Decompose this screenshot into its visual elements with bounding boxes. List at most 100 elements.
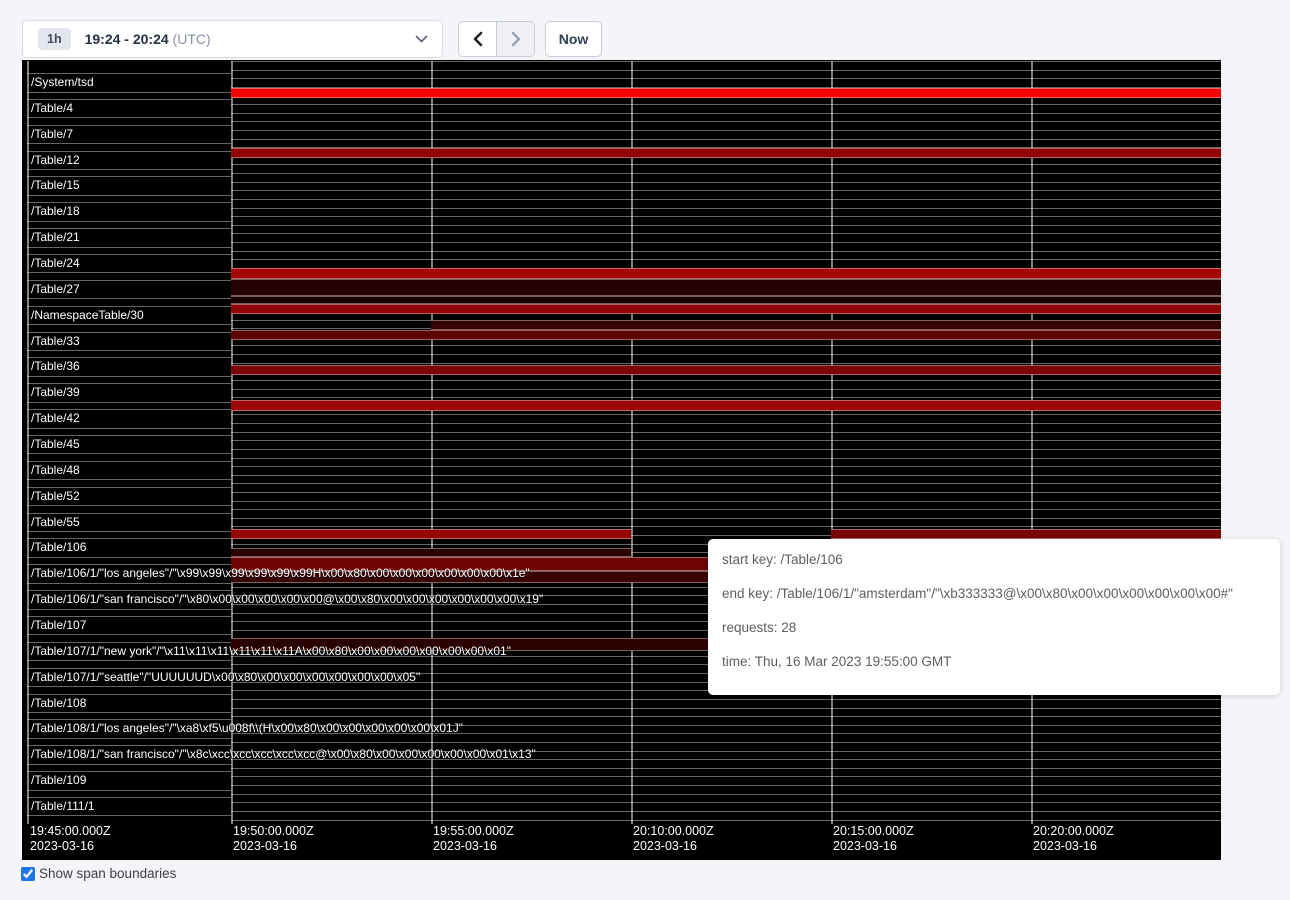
span-boundary-line	[27, 461, 231, 462]
span-boundary-line	[231, 216, 1221, 217]
span-boundary-line	[231, 233, 1221, 234]
row-label: /Table/7	[31, 127, 73, 141]
span-boundary-line	[231, 414, 1221, 415]
heatmap-band[interactable]	[231, 400, 1221, 411]
show-span-boundaries-checkbox[interactable]	[21, 867, 35, 881]
span-boundary-line	[27, 590, 231, 591]
span-boundary-line	[27, 453, 231, 454]
span-boundary-line	[231, 208, 1221, 209]
heatmap-band[interactable]	[231, 88, 1221, 98]
time-range-label: 19:24 - 20:24 (UTC)	[85, 31, 211, 47]
span-boundary-line	[231, 139, 1221, 140]
chevron-right-icon	[510, 31, 522, 47]
span-boundary-line	[231, 423, 1221, 424]
row-label: /Table/42	[31, 411, 80, 425]
heatmap-band[interactable]	[231, 296, 1221, 304]
heatmap-band[interactable]	[231, 148, 1221, 158]
axis-tick-label: 19:50:00.000Z2023-03-16	[233, 824, 314, 854]
row-label: /Table/55	[31, 515, 80, 529]
span-boundary-line	[27, 634, 231, 635]
span-boundary-line	[231, 199, 1221, 200]
span-boundary-line	[27, 428, 231, 429]
row-label: /Table/107/1/"seattle"/"UUUUUUD\x00\x80\…	[31, 670, 420, 684]
span-boundary-line	[231, 173, 1221, 174]
span-boundary-line	[231, 345, 1221, 346]
tooltip-time: time: Thu, 16 Mar 2023 19:55:00 GMT	[722, 655, 1266, 669]
row-label: /Table/52	[31, 489, 80, 503]
time-range-dropdown[interactable]: 1h 19:24 - 20:24 (UTC)	[22, 20, 443, 58]
span-boundary-line	[27, 686, 231, 687]
tooltip-end-key: end key: /Table/106/1/"amsterdam"/"\xb33…	[722, 587, 1266, 601]
span-boundary-line	[231, 389, 1221, 390]
span-boundary-line	[231, 242, 1221, 243]
span-boundary-line	[231, 432, 1221, 433]
time-range-value: 19:24 - 20:24	[85, 31, 169, 47]
prev-time-button[interactable]	[459, 22, 497, 56]
heatmap-band[interactable]	[831, 529, 1221, 539]
span-boundary-line	[27, 228, 231, 229]
row-label: /Table/27	[31, 282, 80, 296]
row-label: /Table/21	[31, 230, 80, 244]
span-boundary-line	[231, 130, 1221, 131]
span-boundary-line	[27, 143, 231, 144]
span-boundary-line	[27, 402, 231, 403]
span-boundary-line	[27, 202, 231, 203]
span-boundary-line	[231, 708, 1221, 709]
span-boundary-line	[27, 99, 231, 100]
row-label: /Table/108/1/"los angeles"/"\xa8\xf5\u00…	[31, 721, 463, 735]
span-boundary-line	[27, 272, 231, 273]
heatmap-band[interactable]	[231, 365, 1221, 375]
span-boundary-line	[27, 280, 231, 281]
span-boundary-line	[27, 298, 231, 299]
row-label: /Table/106/1/"los angeles"/"\x99\x99\x99…	[31, 566, 530, 580]
span-boundary-line	[231, 699, 1221, 700]
tooltip-requests: requests: 28	[722, 621, 1266, 635]
span-boundary-line	[27, 409, 231, 410]
span-boundary-line	[231, 70, 1221, 71]
time-bucket-gridline	[831, 61, 833, 824]
key-visualizer-canvas[interactable]: start key: /Table/106 end key: /Table/10…	[22, 60, 1221, 860]
span-boundary-line	[27, 505, 231, 506]
span-boundary-line	[231, 61, 1221, 62]
span-boundary-line	[27, 435, 231, 436]
axis-tick-label: 19:45:00.000Z2023-03-16	[30, 824, 111, 854]
axis-tick-label: 20:10:00.000Z2023-03-16	[633, 824, 714, 854]
heatmap-band[interactable]	[231, 548, 631, 557]
row-label: /Table/107	[31, 618, 86, 632]
span-boundary-line	[27, 169, 231, 170]
span-boundary-line	[27, 487, 231, 488]
heatmap-band[interactable]	[231, 268, 1221, 279]
span-boundary-line	[231, 104, 1221, 105]
span-boundary-line	[231, 794, 1221, 795]
span-boundary-line	[27, 125, 231, 126]
span-boundary-line	[27, 668, 231, 669]
span-boundary-line	[27, 564, 231, 565]
time-bucket-gridline	[231, 61, 233, 824]
span-boundary-line	[27, 616, 231, 617]
heatmap-band[interactable]	[431, 320, 1221, 330]
row-label: /Table/18	[31, 204, 80, 218]
heatmap-band[interactable]	[231, 279, 1221, 297]
span-boundary-line	[27, 531, 231, 532]
now-button[interactable]: Now	[545, 21, 602, 57]
span-boundary-line	[27, 221, 231, 222]
span-boundary-line	[27, 583, 231, 584]
time-bucket-gridline	[431, 61, 433, 824]
span-boundary-line	[231, 225, 1221, 226]
span-boundary-line	[231, 190, 1221, 191]
heatmap-band[interactable]	[231, 304, 1221, 314]
span-boundary-line	[231, 802, 1221, 803]
span-boundary-line	[231, 259, 1221, 260]
span-boundary-line	[231, 113, 1221, 114]
span-boundary-line	[231, 716, 1221, 717]
next-time-button[interactable]	[497, 22, 534, 56]
axis-tick-label: 20:15:00.000Z2023-03-16	[833, 824, 914, 854]
span-boundary-line	[27, 73, 231, 74]
show-span-boundaries-control[interactable]: Show span boundaries	[21, 866, 176, 882]
heatmap-band[interactable]	[231, 529, 631, 539]
span-boundary-line	[27, 712, 231, 713]
heatmap-band[interactable]	[231, 330, 1221, 340]
row-label: /Table/39	[31, 385, 80, 399]
row-label: /Table/33	[31, 334, 80, 348]
span-boundary-line	[27, 151, 231, 152]
